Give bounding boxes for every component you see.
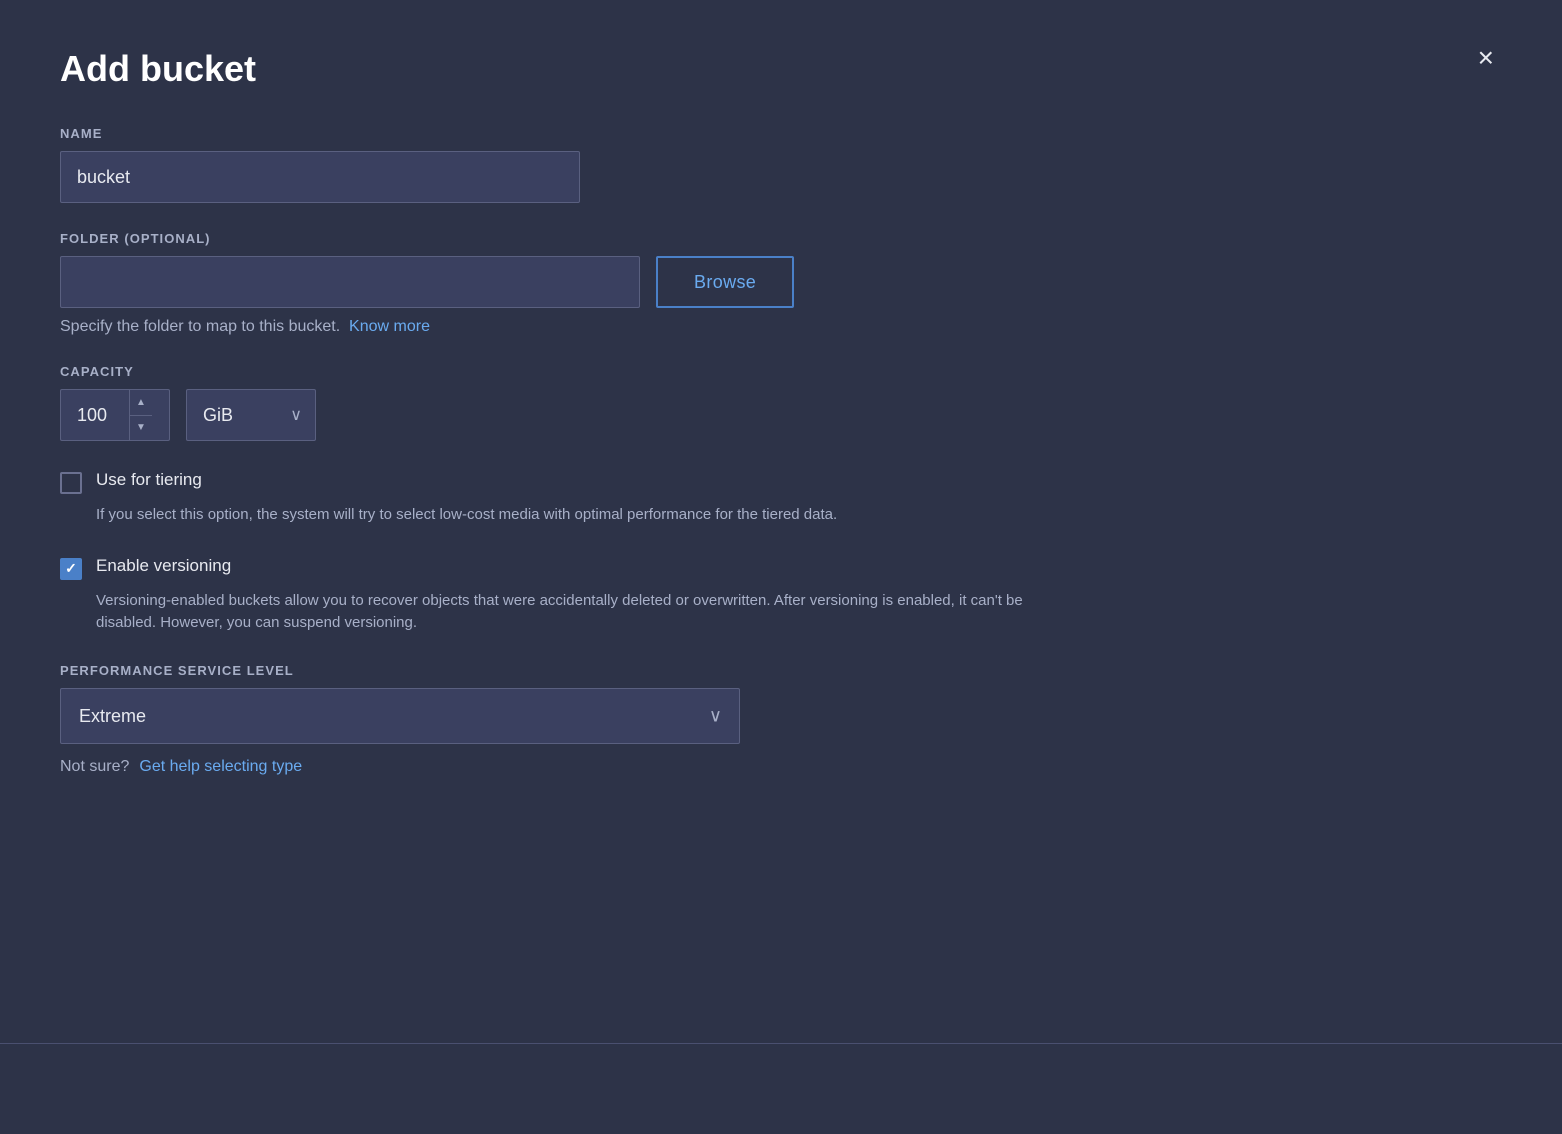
performance-field-group: PERFORMANCE SERVICE LEVEL Extreme Perfor… — [60, 663, 1502, 776]
performance-dropdown-wrap: Extreme Performance Standard Value — [60, 688, 740, 744]
folder-help-text: Specify the folder to map to this bucket… — [60, 318, 1502, 336]
capacity-row: ▲ ▼ GiB TiB MiB — [60, 389, 1502, 441]
tiering-field-group: Use for tiering If you select this optio… — [60, 469, 1502, 527]
folder-row: Browse — [60, 256, 1502, 308]
tiering-checkbox[interactable] — [60, 472, 82, 494]
capacity-input[interactable] — [61, 390, 129, 440]
tiering-checkbox-wrap — [60, 472, 82, 494]
know-more-link[interactable]: Know more — [349, 318, 430, 335]
close-button[interactable]: × — [1470, 40, 1502, 76]
versioning-label: Enable versioning — [96, 555, 231, 577]
versioning-checkbox[interactable] — [60, 558, 82, 580]
tiering-description: If you select this option, the system wi… — [96, 504, 1076, 527]
bottom-divider — [0, 1043, 1562, 1044]
folder-field-group: FOLDER (OPTIONAL) Browse Specify the fol… — [60, 231, 1502, 336]
not-sure-row: Not sure? Get help selecting type — [60, 758, 1502, 776]
capacity-label: CAPACITY — [60, 364, 1502, 379]
get-help-link[interactable]: Get help selecting type — [139, 758, 302, 776]
unit-select-wrap: GiB TiB MiB — [186, 389, 316, 441]
not-sure-text: Not sure? — [60, 758, 129, 776]
capacity-spin-down[interactable]: ▼ — [130, 416, 152, 441]
capacity-spin-up[interactable]: ▲ — [130, 390, 152, 416]
add-bucket-dialog: × Add bucket NAME FOLDER (OPTIONAL) Brow… — [0, 0, 1562, 1134]
name-input[interactable] — [60, 151, 580, 203]
browse-button[interactable]: Browse — [656, 256, 794, 308]
dialog-title: Add bucket — [60, 48, 1502, 90]
name-field-group: NAME — [60, 126, 1502, 203]
name-label: NAME — [60, 126, 1502, 141]
versioning-checkbox-row: Enable versioning — [60, 555, 1502, 580]
versioning-field-group: Enable versioning Versioning-enabled buc… — [60, 555, 1502, 635]
unit-select[interactable]: GiB TiB MiB — [186, 389, 316, 441]
folder-input[interactable] — [60, 256, 640, 308]
performance-select[interactable]: Extreme Performance Standard Value — [60, 688, 740, 744]
tiering-label: Use for tiering — [96, 469, 202, 491]
tiering-checkbox-row: Use for tiering — [60, 469, 1502, 494]
capacity-input-wrap: ▲ ▼ — [60, 389, 170, 441]
capacity-spinners: ▲ ▼ — [129, 390, 152, 440]
capacity-field-group: CAPACITY ▲ ▼ GiB TiB MiB — [60, 364, 1502, 441]
versioning-checkbox-wrap — [60, 558, 82, 580]
performance-label: PERFORMANCE SERVICE LEVEL — [60, 663, 1502, 678]
versioning-description: Versioning-enabled buckets allow you to … — [96, 590, 1076, 635]
folder-label: FOLDER (OPTIONAL) — [60, 231, 1502, 246]
